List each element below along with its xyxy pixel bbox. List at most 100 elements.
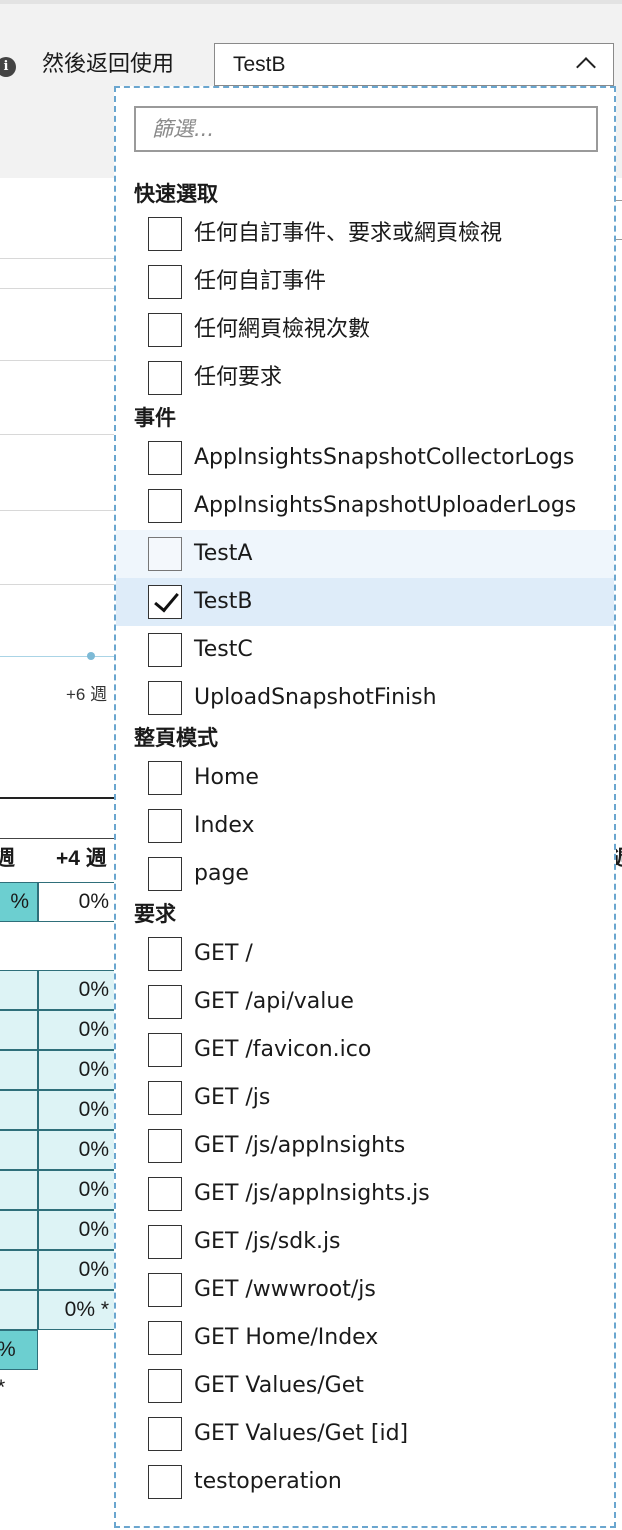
group-title: 要求 xyxy=(134,902,176,926)
option-item[interactable]: GET Values/Get xyxy=(116,1362,614,1410)
checkbox-icon[interactable] xyxy=(148,937,182,971)
option-label: UploadSnapshotFinish xyxy=(194,685,437,710)
checkbox-icon[interactable] xyxy=(148,761,182,795)
divider xyxy=(0,434,116,435)
divider xyxy=(0,510,116,511)
table-cell: 0% xyxy=(38,1050,118,1090)
checkbox-icon[interactable] xyxy=(148,1465,182,1499)
option-label: GET /favicon.ico xyxy=(194,1037,372,1062)
option-label: 任何網頁檢視次數 xyxy=(194,317,371,342)
option-label: GET /api/value xyxy=(194,989,354,1014)
option-item[interactable]: GET Home/Index xyxy=(116,1314,614,1362)
table-cell xyxy=(0,1290,38,1330)
option-item[interactable]: GET /js/sdk.js xyxy=(116,1218,614,1266)
option-item[interactable]: 任何網頁檢視次數 xyxy=(116,306,614,354)
option-item[interactable]: TestC xyxy=(116,626,614,674)
option-label: GET /wwwroot/js xyxy=(194,1277,376,1302)
option-item[interactable]: Index xyxy=(116,802,614,850)
group-title: 整頁模式 xyxy=(134,726,218,750)
checkbox-icon[interactable] xyxy=(148,985,182,1019)
table-cell: 0% xyxy=(38,970,118,1010)
table-cell: 0% xyxy=(38,1010,118,1050)
filter-input[interactable] xyxy=(134,106,598,152)
table-cell xyxy=(0,1010,38,1050)
option-item[interactable]: GET /favicon.ico xyxy=(116,1026,614,1074)
table-cell: 0% xyxy=(38,1090,118,1130)
option-item[interactable]: AppInsightsSnapshotCollectorLogs xyxy=(116,434,614,482)
option-label: GET /js xyxy=(194,1085,271,1110)
checkbox-icon[interactable] xyxy=(148,1081,182,1115)
option-label: 任何自訂事件、要求或網頁檢視 xyxy=(194,221,503,246)
checkbox-icon[interactable] xyxy=(148,1417,182,1451)
checkbox-icon[interactable] xyxy=(148,1177,182,1211)
checkbox-icon[interactable] xyxy=(148,1273,182,1307)
option-label: AppInsightsSnapshotCollectorLogs xyxy=(194,445,575,470)
checkbox-icon[interactable] xyxy=(148,857,182,891)
checkbox-checked-icon[interactable] xyxy=(148,585,182,619)
checkbox-icon[interactable] xyxy=(148,441,182,475)
option-item[interactable]: GET /js/appInsights xyxy=(116,1122,614,1170)
chart-point xyxy=(87,652,95,660)
option-item[interactable]: GET Values/Get [id] xyxy=(116,1410,614,1458)
option-item[interactable]: GET /js xyxy=(116,1074,614,1122)
table-cell: 0% xyxy=(38,1130,118,1170)
table-cell xyxy=(0,1170,38,1210)
option-item[interactable]: GET / xyxy=(116,930,614,978)
option-label: GET Values/Get [id] xyxy=(194,1421,409,1446)
option-item[interactable]: 任何要求 xyxy=(116,354,614,402)
table-cell: 0% xyxy=(38,1210,118,1250)
group-title: 事件 xyxy=(134,406,176,430)
table-cell: % * xyxy=(0,1330,38,1399)
table-top-border xyxy=(0,797,116,799)
option-item[interactable]: GET /wwwroot/js xyxy=(116,1266,614,1314)
option-item[interactable]: 任何自訂事件 xyxy=(116,258,614,306)
option-label: TestC xyxy=(194,637,253,662)
option-label: TestB xyxy=(194,589,253,614)
option-label: GET /js/sdk.js xyxy=(194,1229,341,1254)
table-cell xyxy=(0,1130,38,1170)
checkbox-icon[interactable] xyxy=(148,1129,182,1163)
checkbox-icon[interactable] xyxy=(148,361,182,395)
option-item[interactable]: TestA xyxy=(116,530,614,578)
option-item[interactable]: 任何自訂事件、要求或網頁檢視 xyxy=(116,210,614,258)
option-item[interactable]: Home xyxy=(116,754,614,802)
table-column-header: +4 週 xyxy=(56,847,107,870)
checkbox-icon[interactable] xyxy=(148,681,182,715)
table-cell: 0% * xyxy=(38,1290,118,1330)
option-label: TestA xyxy=(194,541,253,566)
checkbox-icon[interactable] xyxy=(148,1321,182,1355)
table-cell xyxy=(0,1090,38,1130)
option-label: GET Values/Get xyxy=(194,1373,364,1398)
option-label: GET Home/Index xyxy=(194,1325,379,1350)
checkbox-icon[interactable] xyxy=(148,809,182,843)
option-item[interactable]: UploadSnapshotFinish xyxy=(116,674,614,722)
option-label: GET /js/appInsights.js xyxy=(194,1181,430,1206)
table-column-header: 週 xyxy=(0,847,15,870)
chart-axis-line xyxy=(0,656,116,657)
option-label: testoperation xyxy=(194,1469,342,1494)
option-item[interactable]: GET /api/value xyxy=(116,978,614,1026)
option-item[interactable]: page xyxy=(116,850,614,898)
checkbox-icon[interactable] xyxy=(148,489,182,523)
checkbox-icon[interactable] xyxy=(148,313,182,347)
checkbox-icon[interactable] xyxy=(148,537,182,571)
option-label: GET / xyxy=(194,941,253,966)
table-cell: 0% xyxy=(38,1170,118,1210)
option-label: 任何要求 xyxy=(194,365,283,390)
event-dropdown-panel: 快速選取任何自訂事件、要求或網頁檢視任何自訂事件任何網頁檢視次數任何要求事件 Ap… xyxy=(114,86,616,1528)
checkbox-icon[interactable] xyxy=(148,265,182,299)
option-item[interactable]: AppInsightsSnapshotUploaderLogs xyxy=(116,482,614,530)
option-item[interactable]: testoperation xyxy=(116,1458,614,1506)
axis-tick-label: +6 週 xyxy=(66,685,108,704)
checkbox-icon[interactable] xyxy=(148,217,182,251)
return-event-select[interactable]: TestB xyxy=(214,43,614,86)
option-label: GET /js/appInsights xyxy=(194,1133,406,1158)
checkbox-icon[interactable] xyxy=(148,633,182,667)
option-item[interactable]: TestB xyxy=(116,578,614,626)
table-cell xyxy=(0,1210,38,1250)
checkbox-icon[interactable] xyxy=(148,1225,182,1259)
option-label: AppInsightsSnapshotUploaderLogs xyxy=(194,493,577,518)
checkbox-icon[interactable] xyxy=(148,1369,182,1403)
option-item[interactable]: GET /js/appInsights.js xyxy=(116,1170,614,1218)
checkbox-icon[interactable] xyxy=(148,1033,182,1067)
